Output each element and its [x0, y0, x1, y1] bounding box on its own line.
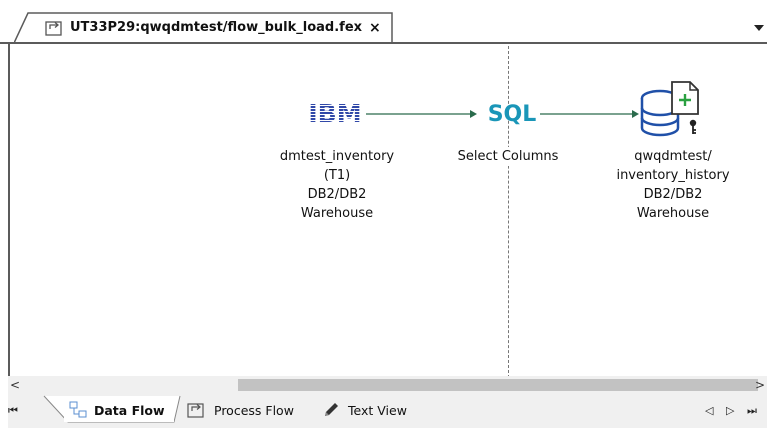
source-table-name: dmtest_inventory [279, 149, 395, 164]
chevron-down-icon[interactable] [753, 22, 765, 34]
document-tab-title: UT33P29:qwqdmtest/flow_bulk_load.fex [70, 20, 363, 35]
tab-process-flow[interactable]: Process Flow [182, 398, 308, 422]
process-flow-icon [187, 403, 204, 418]
target-connection: Warehouse [636, 206, 710, 221]
horizontal-scrollbar[interactable]: < > [8, 376, 767, 394]
target-adapter: DB2/DB2 [643, 187, 703, 202]
canvas-divider [508, 46, 509, 378]
database-target-icon[interactable] [638, 80, 704, 142]
source-alias: (T1) [323, 168, 351, 183]
arrow-sql-to-target [540, 110, 639, 118]
ibm-db2-logo-icon[interactable]: IBM [303, 100, 367, 126]
previous-tab-button[interactable]: ◁ [705, 404, 713, 417]
tab-data-flow-label: Data Flow [94, 402, 165, 418]
source-connection: Warehouse [300, 206, 374, 221]
view-tab-strip: ⏮ Data Flow Process Flow Text View ◁ ▷ ⏭ [0, 394, 767, 428]
scrollbar-thumb[interactable] [238, 379, 758, 391]
tab-process-flow-label: Process Flow [214, 402, 294, 418]
strip-edge [0, 394, 8, 428]
data-flow-icon [69, 401, 87, 418]
tab-text-view-label: Text View [348, 402, 407, 418]
sql-icon[interactable]: SQL [478, 98, 546, 128]
source-node-label: dmtest_inventory (T1) DB2/DB2 Warehouse [262, 147, 412, 223]
arrow-source-to-sql [366, 110, 477, 118]
source-adapter: DB2/DB2 [307, 187, 367, 202]
scroll-left-button[interactable]: < [10, 378, 20, 392]
document-tab[interactable]: UT33P29:qwqdmtest/flow_bulk_load.fex × [14, 12, 394, 44]
tab-text-view[interactable]: Text View [318, 398, 422, 422]
svg-text:SQL: SQL [488, 102, 537, 127]
close-tab-button[interactable]: × [369, 20, 381, 36]
target-schema: qwqdmtest/ [634, 149, 712, 164]
tab-data-flow[interactable]: Data Flow [64, 398, 174, 422]
flow-editor-window: UT33P29:qwqdmtest/flow_bulk_load.fex × I… [0, 0, 767, 428]
document-tab-strip: UT33P29:qwqdmtest/flow_bulk_load.fex × [0, 0, 767, 44]
target-node-label: qwqdmtest/ inventory_history DB2/DB2 War… [606, 147, 740, 223]
first-tab-button[interactable]: ⏮ [8, 404, 18, 418]
transform-name: Select Columns [457, 149, 559, 164]
pencil-icon [325, 403, 338, 416]
flow-document-icon [45, 21, 62, 36]
svg-text:IBM: IBM [308, 100, 361, 126]
last-tab-button[interactable]: ⏭ [747, 404, 757, 418]
next-tab-button[interactable]: ▷ [726, 404, 734, 417]
transform-node-label: Select Columns [440, 147, 576, 166]
scroll-right-button[interactable]: > [755, 378, 765, 392]
target-table-name: inventory_history [616, 168, 730, 183]
